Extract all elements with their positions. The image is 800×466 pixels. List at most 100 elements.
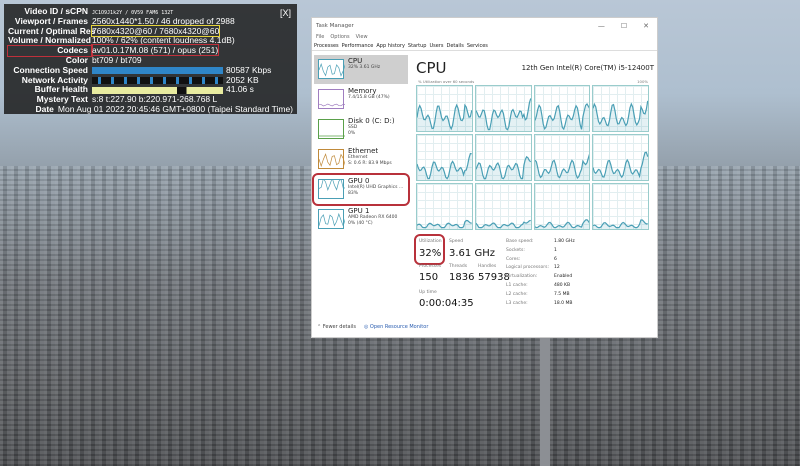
- core-graph: [533, 134, 591, 181]
- graph-caption: % Utilization over 60 seconds: [418, 79, 475, 84]
- spec-value: 480 KB: [554, 282, 571, 288]
- sidebar-item-ethernet[interactable]: Ethernet Ethernet S: 0.6 R: 83.9 Mbps: [314, 145, 408, 174]
- sidebar-thumbnail-graph: [318, 89, 346, 109]
- close-stats-button[interactable]: [X]: [280, 8, 291, 18]
- sidebar-thumbnail-graph: [318, 149, 346, 169]
- spec-label: Logical processors:: [506, 265, 549, 271]
- sidebar-item-name: Disk 0 (C: D:): [348, 117, 395, 125]
- stats-for-nerds-panel: [X] Video ID / sCPN JC1O9J1k2Y / 0V59 FAM…: [4, 4, 297, 114]
- core-graph: [592, 85, 649, 132]
- sidebar-thumbnail-graph: [318, 209, 346, 229]
- menu-options[interactable]: Options: [330, 34, 349, 42]
- tab-performance[interactable]: Performance: [342, 43, 374, 49]
- sidebar-item-detail2: 0% (40 °C): [348, 221, 373, 226]
- stats-value: Mon Aug 01 2022 20:45:46 GMT+0800 (Taipe…: [57, 103, 293, 114]
- cpu-model: 12th Gen Intel(R) Core(TM) i5-12400T: [521, 64, 654, 72]
- speed-label: Speed: [449, 239, 464, 244]
- network-activity-bar: [92, 76, 223, 84]
- uptime-label: Up time: [419, 290, 437, 295]
- sidebar-item-disk[interactable]: Disk 0 (C: D:) SSD 0%: [314, 115, 408, 144]
- handles-label: Handles: [478, 264, 497, 269]
- sidebar-item-detail2: S: 0.6 R: 83.9 Mbps: [348, 161, 392, 166]
- utilization-label: Utilization: [419, 239, 442, 244]
- sidebar-item-name: Memory: [348, 87, 377, 95]
- spec-label: Sockets:: [506, 247, 525, 253]
- resource-monitor-label: Open Resource Monitor: [369, 324, 429, 330]
- task-manager-window: Task Manager — ☐ ✕ File Options View Proce…: [311, 17, 658, 338]
- sidebar-thumbnail-graph: [318, 119, 346, 139]
- sidebar-item-cpu[interactable]: CPU 32% 3.61 GHz: [314, 55, 408, 84]
- sidebar-item-detail: 32% 3.61 GHz: [348, 65, 381, 70]
- processes-label: Processes: [419, 264, 442, 269]
- close-button[interactable]: ✕: [643, 22, 649, 30]
- stats-value: 41.06 s: [226, 84, 254, 95]
- core-graph: [592, 134, 649, 181]
- sidebar-item-memory[interactable]: Memory 7.4/15.8 GB (47%): [314, 85, 408, 114]
- stats-value: av01.0.17M.08 (571) / opus (251): [90, 44, 220, 57]
- stats-value: 80587 Kbps: [226, 64, 272, 75]
- graph-max: 100%: [637, 79, 648, 84]
- panel-title: CPU: [416, 59, 447, 77]
- title-bar: Task Manager — ☐ ✕: [312, 18, 657, 34]
- sidebar-item-gpu1[interactable]: GPU 1 AMD Radeon RX 6400 0% (40 °C): [314, 205, 408, 234]
- spec-values: 1.80 GHz 1 6 12 Enabled 480 KB 7.5 MB 18.0 MB: [554, 238, 575, 308]
- sidebar-item-detail2: 0%: [348, 131, 356, 136]
- tab-users[interactable]: Users: [429, 43, 443, 49]
- footer: ⌃ Fewer details ◎ Open Resource Monitor: [317, 324, 428, 330]
- menu-file[interactable]: File: [316, 34, 324, 42]
- spec-value: 12: [554, 265, 560, 271]
- sidebar-thumbnail-graph: [318, 59, 346, 79]
- core-graph: [416, 183, 473, 230]
- spec-value: 6: [554, 256, 557, 262]
- sidebar-item-name: CPU: [348, 57, 363, 65]
- stats-value: 2560x1440*1.50 / 46 dropped of 2988: [92, 15, 235, 26]
- tab-startup[interactable]: Startup: [408, 43, 427, 49]
- core-graph: [474, 183, 532, 230]
- tab-processes[interactable]: Processes: [314, 43, 339, 49]
- uptime-value: 0:00:04:35: [419, 298, 474, 309]
- spec-label: L1 cache:: [506, 282, 528, 288]
- cpu-core-graphs: [416, 85, 649, 230]
- tab-services[interactable]: Services: [467, 43, 488, 49]
- spec-value: Enabled: [554, 274, 573, 280]
- sidebar-item-detail2: 83%: [348, 191, 359, 196]
- sidebar-thumbnail-graph: [318, 176, 346, 199]
- buffer-health-bar: [92, 86, 223, 94]
- open-resource-monitor-link[interactable]: ◎ Open Resource Monitor: [364, 324, 428, 330]
- threads-value: 1836: [449, 272, 475, 283]
- spec-label: L3 cache:: [506, 300, 528, 306]
- threads-label: Threads: [449, 264, 468, 269]
- speed-value: 3.61 GHz: [449, 248, 495, 259]
- spec-labels: Base speed: Sockets: Cores: Logical process…: [506, 238, 549, 308]
- stats-row: Codecs av01.0.17M.08 (571) / opus (251): [7, 44, 293, 57]
- stats-value: 2052 KB: [226, 74, 259, 85]
- menu-view[interactable]: View: [356, 34, 368, 42]
- processes-value: 150: [419, 272, 439, 283]
- core-graph: [592, 183, 649, 230]
- maximize-button[interactable]: ☐: [621, 22, 627, 30]
- stats-value: 100% / 62% (content loudness 4.1dB): [92, 35, 235, 46]
- sidebar-item-name: Ethernet: [348, 147, 379, 155]
- spec-label: Virtualization:: [506, 274, 538, 280]
- tab-details[interactable]: Details: [446, 43, 463, 49]
- core-graph: [474, 134, 532, 181]
- core-graph: [533, 183, 591, 230]
- utilization-value: 32%: [419, 248, 442, 259]
- fewer-details-button[interactable]: ⌃ Fewer details: [317, 324, 356, 330]
- sidebar-item-detail: 7.4/15.8 GB (47%): [348, 95, 390, 100]
- menu-bar: File Options View: [312, 34, 657, 42]
- window-title: Task Manager: [316, 23, 354, 29]
- spec-value: 7.5 MB: [554, 291, 570, 297]
- core-graph: [416, 85, 473, 132]
- sidebar-item-name: GPU 1: [348, 207, 370, 215]
- stats-row: Date Mon Aug 01 2022 20:45:46 GMT+0800 (T…: [8, 103, 293, 115]
- spec-value: 1: [554, 247, 557, 253]
- spec-value: 1.80 GHz: [554, 239, 575, 244]
- stats-value: bt709 / bt709: [92, 54, 142, 65]
- tab-app-history[interactable]: App history: [376, 43, 405, 49]
- spec-value: 18.0 MB: [554, 300, 573, 306]
- resource-monitor-icon: ◎: [363, 324, 369, 330]
- sidebar-item-gpu0[interactable]: GPU 0 Intel(R) UHD Graphics ... 83%: [312, 173, 410, 206]
- core-graph: [533, 85, 591, 132]
- minimize-button[interactable]: —: [598, 22, 605, 30]
